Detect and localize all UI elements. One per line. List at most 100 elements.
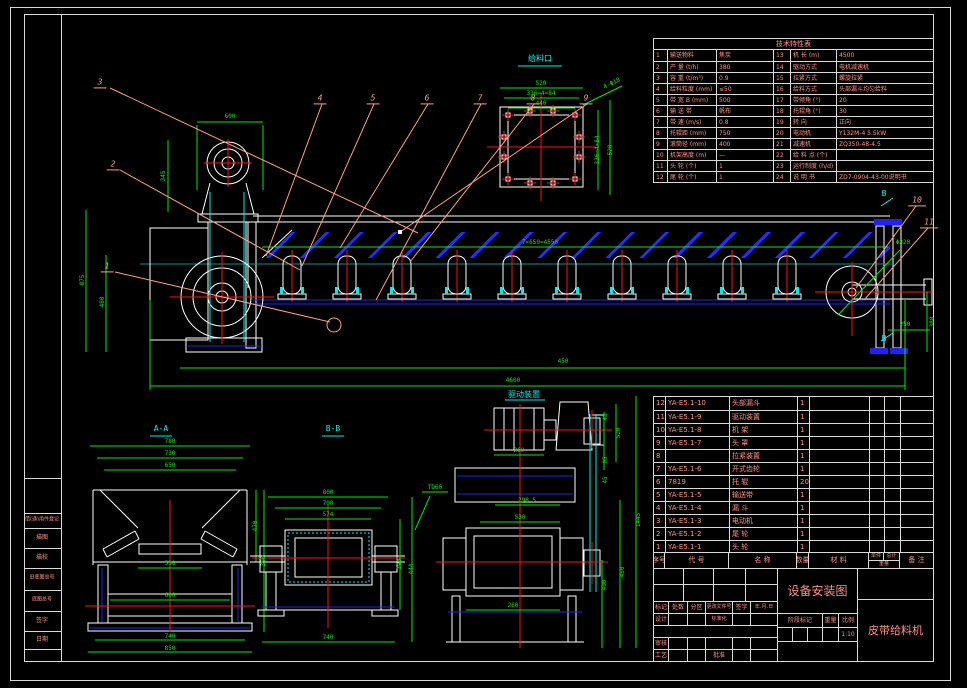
spec-table-title: 技术特性表: [654, 39, 933, 50]
bom-header-name: 名 称: [728, 552, 797, 569]
balloon-3: 3: [93, 77, 107, 88]
dim-label: 574: [322, 511, 334, 518]
tb-cell: [750, 649, 778, 662]
spec-row: 12 尾 轮 (个) 1 24 说 明 书 ZD7-0904-43-00说明书: [654, 171, 933, 182]
dim-label: 480: [99, 296, 106, 308]
dim-label: 260: [513, 447, 525, 454]
balloon-6: 6: [420, 93, 434, 104]
drawing-title: 设备安装图: [777, 568, 858, 614]
spec-row: 5 带 宽 B (mm) 500 17 带倾角 (°) 20: [654, 94, 933, 105]
balloon-4: 4: [313, 93, 327, 104]
spec-table: 技术特性表 1 输送物料 焦炭 13 机 长 (m) 4500 2 产 量 (t…: [653, 38, 934, 183]
view-title-flange: 给料口: [528, 54, 552, 63]
tb-scale-value: 1:10: [838, 627, 858, 642]
bom-row: 5 YA-E5.1-5 输送带 1: [654, 488, 933, 501]
spec-row: 11 头 轮 (个) 1 23 运行制度 (h/d): [654, 160, 933, 171]
tb-stage-cell: [807, 627, 823, 642]
dim-label: 450: [557, 358, 569, 365]
bom-row: 11 YA-E5.1-9 驱动装置 1: [654, 410, 933, 423]
section-bb: [250, 435, 448, 643]
tb-process: 工艺: [653, 649, 669, 662]
balloon-10: 10: [908, 195, 926, 206]
dim-label: 260: [507, 602, 519, 609]
view-title-aa: A-A: [153, 424, 169, 433]
balloon-9: 9: [579, 93, 593, 104]
model-label-td: TD60: [427, 484, 443, 491]
dim-label: 520: [535, 80, 547, 87]
bom-table: 12 YA-E5.1-10 头部漏斗 1 11 YA-E5.1-9 驱动装置 1…: [653, 396, 934, 554]
dim-label: 600: [224, 113, 236, 120]
bom-table-body: 12 YA-E5.1-10 头部漏斗 1 11 YA-E5.1-9 驱动装置 1…: [654, 397, 933, 553]
balloon-8: 8: [526, 93, 540, 104]
dim-label: 380: [929, 316, 936, 328]
dim-label: 470: [252, 520, 259, 532]
dim-label: 444: [408, 563, 415, 575]
view-title-bb: B-B: [325, 424, 341, 433]
tb-cell: [777, 641, 858, 662]
dim-label: 850: [164, 645, 176, 652]
spec-row: 1 输送物料 焦炭 13 机 长 (m) 4500: [654, 50, 933, 61]
dim-label: 390: [260, 555, 267, 567]
tb-cell: [668, 649, 688, 662]
spec-row: 4 给料粒度 (mm) ≤50 16 给料方式 头部漏斗均匀给料: [654, 83, 933, 94]
tail-pulley: [815, 197, 933, 342]
bom-row: 3 YA-E5.1-3 电动机 1: [654, 514, 933, 527]
dim-label: 650: [164, 462, 176, 469]
spec-row: 8 托辊距 (mm) 750 20 电动机 Y132M-4 5.5kW: [654, 127, 933, 138]
balloon-7: 7: [473, 93, 487, 104]
tb-scale: 比例: [838, 613, 858, 628]
dim-label: 390: [396, 558, 403, 570]
dim-label: 45: [602, 413, 609, 421]
spec-row: 2 产 量 (t/h) 380 14 驱动方式 电机减速机: [654, 61, 933, 72]
dim-label: 45: [602, 476, 609, 484]
dim-label: 520: [615, 427, 622, 439]
tb-cell: [732, 649, 751, 662]
dim-label: 740: [322, 634, 334, 641]
bom-row: 10 YA-E5.1-8 机 架 1: [654, 423, 933, 436]
spec-row: 6 输 送 带 帆布 18 托辊角 (°) 30: [654, 105, 933, 116]
dim-label: 95: [602, 456, 609, 464]
dim-label-tail-dia: Φ320: [895, 239, 911, 246]
tb-stage-mark: 阶段标记: [777, 613, 823, 628]
flange-detail: [487, 65, 623, 201]
part-name: 皮带给料机: [857, 599, 934, 662]
spec-row: 3 容 重 (t/m³) 0.9 15 拉紧方式 螺旋拉紧: [654, 72, 933, 83]
balloon-1: 1: [100, 261, 114, 272]
dim-label: 780: [164, 438, 176, 445]
bom-row: 7 YA-E5.1-6 开式齿轮 1: [654, 462, 933, 475]
bom-row: 8 拉紧装置 1: [654, 449, 933, 462]
dim-label: 730: [164, 450, 176, 457]
dim-label: 600: [164, 592, 176, 599]
spec-row: 7 带 速 (m/s) 0.8 19 转 向 正向: [654, 116, 933, 127]
bom-header-remark: 备 注: [899, 552, 934, 569]
section-mark-b-top: B: [881, 189, 887, 198]
cad-drawing-canvas: 借(通)用件登记 描图 描校 旧底图总号 底图总号 签字 日期 600 345 …: [0, 0, 967, 688]
spec-row: 9 滚筒径 (mm) 400 21 减速机 ZQ350-48-4.5: [654, 138, 933, 149]
tb-weight-value: [822, 627, 839, 642]
bom-row: 9 YA-E5.1-7 头 罩 1: [654, 436, 933, 449]
dim-label: 800: [322, 489, 334, 496]
spec-row: 10 机架高度 (m) — 22 给 料 点 (个): [654, 149, 933, 160]
dim-label: 700: [322, 500, 334, 507]
tb-blank: [653, 584, 778, 602]
bom-header-code: 代 号: [664, 552, 729, 569]
bom-header-material: 材 料: [808, 552, 869, 569]
dim-label: 345: [160, 170, 167, 182]
dim-label: 1445: [635, 512, 642, 528]
dim-label: 250: [899, 321, 911, 328]
bom-row: 4 YA-E5.1-4 漏 斗 1: [654, 501, 933, 514]
tb-blank: [653, 568, 778, 585]
tb-blank-dividers: [745, 568, 746, 602]
bom-row: 12 YA-E5.1-10 头部漏斗 1: [654, 397, 933, 410]
dim-label: 875: [79, 274, 86, 286]
bom-row: 2 YA-E5.1-2 尾 轮 1: [654, 527, 933, 540]
tb-stage-cell: [792, 627, 808, 642]
tb-stage-cell: [777, 627, 793, 642]
drive-unit-view: [436, 396, 637, 648]
bom-row: 6 7819 托 辊 20: [654, 475, 933, 488]
main-view-structure: [140, 215, 908, 354]
view-title-drive: 驱动装置: [508, 390, 540, 399]
balloon-2: 2: [106, 159, 120, 170]
dim-label: 336=4×84: [594, 135, 601, 165]
idler-stands: [277, 249, 802, 303]
